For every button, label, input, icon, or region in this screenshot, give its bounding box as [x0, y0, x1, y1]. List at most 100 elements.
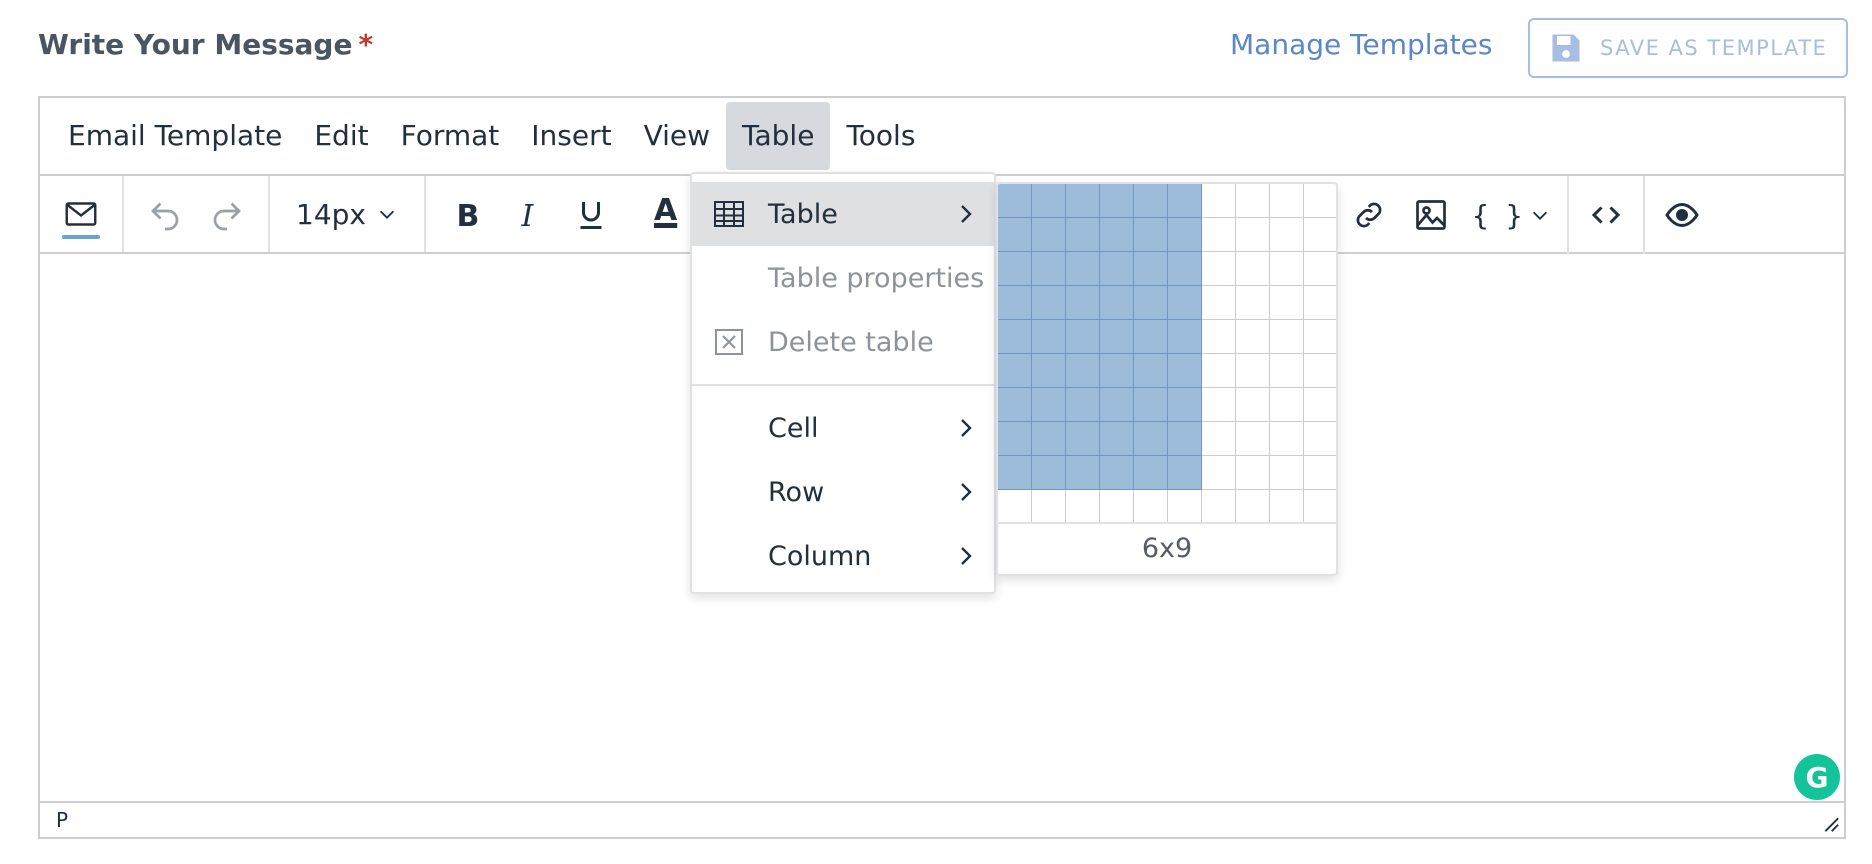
- resize-handle-icon[interactable]: [1818, 811, 1840, 833]
- grid-cell[interactable]: [1168, 388, 1202, 422]
- menu-insert[interactable]: Insert: [515, 102, 627, 170]
- grid-cell[interactable]: [1202, 218, 1236, 252]
- grid-cell[interactable]: [1270, 490, 1304, 524]
- dd-item-row[interactable]: Row: [692, 460, 994, 524]
- grid-cell[interactable]: [1032, 354, 1066, 388]
- grid-cell[interactable]: [1304, 388, 1336, 422]
- grid-cell[interactable]: [1202, 490, 1236, 524]
- dd-item-delete-table[interactable]: Delete table: [692, 310, 994, 374]
- grid-cell[interactable]: [1134, 218, 1168, 252]
- grid-cell[interactable]: [1168, 320, 1202, 354]
- grid-cell[interactable]: [1066, 456, 1100, 490]
- grid-cell[interactable]: [1100, 490, 1134, 524]
- grid-cell[interactable]: [1202, 354, 1236, 388]
- grid-cell[interactable]: [1032, 490, 1066, 524]
- grid-cell[interactable]: [998, 490, 1032, 524]
- grid-cell[interactable]: [1100, 388, 1134, 422]
- grid-cell[interactable]: [1100, 456, 1134, 490]
- grid-cell[interactable]: [1270, 388, 1304, 422]
- font-size-select[interactable]: 14px: [280, 198, 414, 231]
- redo-button[interactable]: [196, 183, 258, 245]
- text-color-button[interactable]: A: [654, 193, 677, 228]
- grid-cell[interactable]: [998, 388, 1032, 422]
- grid-cell[interactable]: [1134, 354, 1168, 388]
- grid-cell[interactable]: [1236, 490, 1270, 524]
- save-as-template-button[interactable]: SAVE AS TEMPLATE: [1528, 18, 1848, 78]
- dd-item-table-properties[interactable]: Table properties: [692, 246, 994, 310]
- grid-cell[interactable]: [1202, 184, 1236, 218]
- grid-cell[interactable]: [1032, 286, 1066, 320]
- grid-cell[interactable]: [1100, 252, 1134, 286]
- grid-cell[interactable]: [998, 456, 1032, 490]
- menu-table[interactable]: Table: [726, 102, 831, 170]
- grid-cell[interactable]: [1032, 252, 1066, 286]
- undo-button[interactable]: [134, 183, 196, 245]
- grid-cell[interactable]: [1202, 422, 1236, 456]
- link-button[interactable]: [1338, 184, 1400, 246]
- grid-cell[interactable]: [1236, 286, 1270, 320]
- element-path[interactable]: P: [56, 808, 68, 832]
- menu-tools[interactable]: Tools: [830, 102, 931, 170]
- bold-button[interactable]: B: [436, 183, 498, 245]
- preview-button[interactable]: [1651, 184, 1713, 246]
- menu-view[interactable]: View: [628, 102, 726, 170]
- grid-cell[interactable]: [1168, 456, 1202, 490]
- grid-cell[interactable]: [1134, 422, 1168, 456]
- grammarly-icon[interactable]: G: [1794, 754, 1840, 800]
- grid-cell[interactable]: [1168, 422, 1202, 456]
- grid-cell[interactable]: [1066, 422, 1100, 456]
- source-code-button[interactable]: [1575, 184, 1637, 246]
- grid-cell[interactable]: [1304, 252, 1336, 286]
- menu-edit[interactable]: Edit: [298, 102, 384, 170]
- grid-cell[interactable]: [1236, 388, 1270, 422]
- grid-cell[interactable]: [1032, 184, 1066, 218]
- menu-format[interactable]: Format: [385, 102, 516, 170]
- grid-cell[interactable]: [1304, 286, 1336, 320]
- grid-cell[interactable]: [1304, 422, 1336, 456]
- grid-cell[interactable]: [1304, 218, 1336, 252]
- grid-cell[interactable]: [1304, 456, 1336, 490]
- grid-cell[interactable]: [1202, 252, 1236, 286]
- grid-cell[interactable]: [1134, 320, 1168, 354]
- grid-cell[interactable]: [1168, 218, 1202, 252]
- grid-cell[interactable]: [1066, 286, 1100, 320]
- grid-cell[interactable]: [1134, 388, 1168, 422]
- grid-cell[interactable]: [1066, 354, 1100, 388]
- grid-cell[interactable]: [998, 184, 1032, 218]
- grid-cell[interactable]: [1100, 184, 1134, 218]
- grid-cell[interactable]: [1100, 354, 1134, 388]
- grid-cell[interactable]: [1202, 388, 1236, 422]
- grid-cell[interactable]: [1270, 252, 1304, 286]
- dd-item-table[interactable]: Table: [692, 182, 994, 246]
- grid-cell[interactable]: [1236, 456, 1270, 490]
- grid-cell[interactable]: [1066, 218, 1100, 252]
- grid-cell[interactable]: [998, 286, 1032, 320]
- grid-cell[interactable]: [1270, 286, 1304, 320]
- grid-cell[interactable]: [1202, 320, 1236, 354]
- grid-cell[interactable]: [998, 422, 1032, 456]
- grid-cell[interactable]: [1066, 490, 1100, 524]
- grid-cell[interactable]: [1032, 456, 1066, 490]
- grid-cell[interactable]: [1134, 252, 1168, 286]
- email-template-button[interactable]: [50, 183, 112, 245]
- grid-cell[interactable]: [1168, 354, 1202, 388]
- grid-cell[interactable]: [1168, 252, 1202, 286]
- grid-cell[interactable]: [1236, 252, 1270, 286]
- grid-cell[interactable]: [1134, 490, 1168, 524]
- grid-cell[interactable]: [1100, 320, 1134, 354]
- italic-button[interactable]: I: [498, 183, 560, 245]
- grid-cell[interactable]: [1304, 490, 1336, 524]
- menu-email-template[interactable]: Email Template: [52, 102, 298, 170]
- grid-cell[interactable]: [1202, 456, 1236, 490]
- grid-cell[interactable]: [998, 218, 1032, 252]
- grid-cell[interactable]: [1134, 286, 1168, 320]
- grid-cell[interactable]: [1032, 320, 1066, 354]
- grid-cell[interactable]: [1270, 456, 1304, 490]
- grid-cell[interactable]: [1270, 354, 1304, 388]
- grid-cell[interactable]: [1270, 218, 1304, 252]
- grid-cell[interactable]: [1032, 218, 1066, 252]
- grid-cell[interactable]: [1100, 422, 1134, 456]
- grid-cell[interactable]: [998, 320, 1032, 354]
- image-button[interactable]: [1400, 184, 1462, 246]
- grid-cell[interactable]: [1032, 422, 1066, 456]
